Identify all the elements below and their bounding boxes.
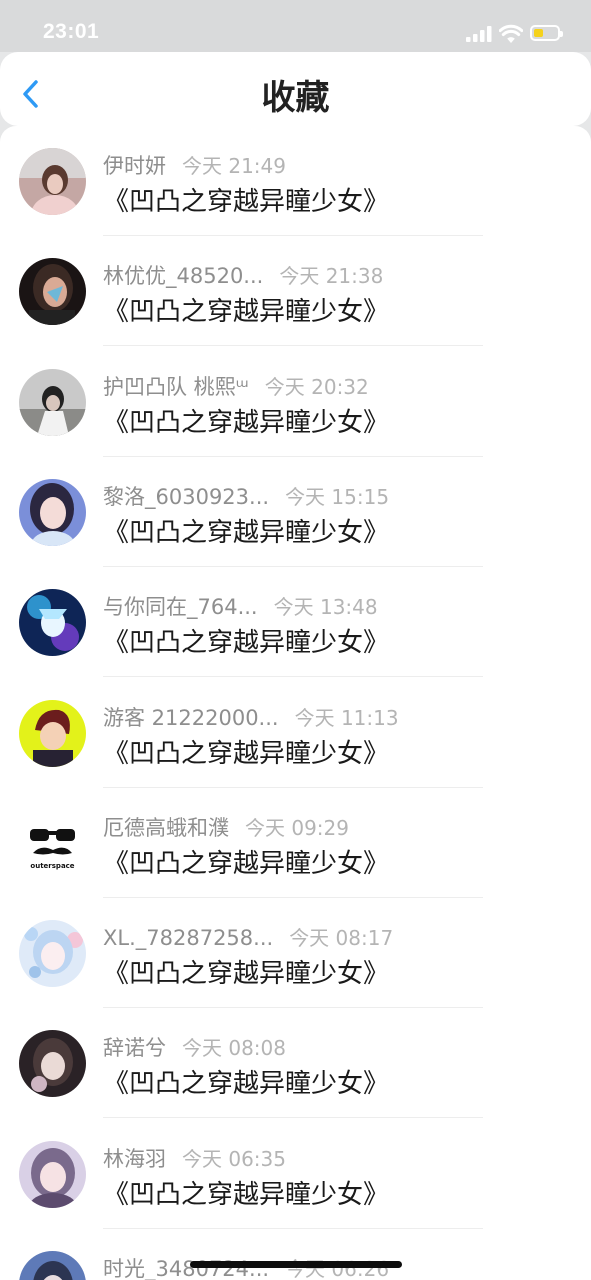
item-meta: 林优优_48520... 今天 21:38 (103, 260, 383, 290)
list-item[interactable]: 黎洛_6030923... 今天 15:15 《凹凸之穿越异瞳少女》 (0, 457, 591, 567)
list-item[interactable]: 伊时妍 今天 21:49 《凹凸之穿越异瞳少女》 (0, 126, 591, 236)
item-meta: 黎洛_6030923... 今天 15:15 (103, 481, 389, 511)
timestamp: 今天 09:29 (245, 815, 349, 840)
author-name[interactable]: 黎洛_6030923... (103, 485, 269, 509)
book-title[interactable]: 《凹凸之穿越异瞳少女》 (103, 181, 389, 218)
book-title[interactable]: 《凹凸之穿越异瞳少女》 (103, 291, 389, 328)
book-title[interactable]: 《凹凸之穿越异瞳少女》 (103, 953, 389, 990)
cellular-signal-icon (466, 26, 492, 42)
author-name[interactable]: 林海羽 (103, 1147, 166, 1171)
status-time: 23:01 (43, 20, 100, 43)
list-item[interactable]: outerspace 厄德高蛾和濮 今天 09:29 《凹凸之穿越异瞳少女》 (0, 788, 591, 898)
author-name[interactable]: 厄德高蛾和濮 (103, 816, 229, 840)
item-meta: 林海羽 今天 06:35 (103, 1143, 286, 1173)
item-meta: 游客 21222000... 今天 11:13 (103, 702, 399, 732)
item-meta: 厄德高蛾和濮 今天 09:29 (103, 812, 349, 842)
book-title[interactable]: 《凹凸之穿越异瞳少女》 (103, 512, 389, 549)
book-title[interactable]: 《凹凸之穿越异瞳少女》 (103, 733, 389, 770)
list-item[interactable]: 与你同在_764... 今天 13:48 《凹凸之穿越异瞳少女》 (0, 567, 591, 678)
book-title[interactable]: 《凹凸之穿越异瞳少女》 (103, 402, 389, 439)
item-meta: 护凹凸队 桃熙ᵚ 今天 20:32 (103, 371, 369, 401)
battery-level (534, 29, 543, 37)
list-item[interactable]: 游客 21222000... 今天 11:13 《凹凸之穿越异瞳少女》 (0, 678, 591, 788)
svg-text:outerspace: outerspace (30, 862, 74, 870)
book-title[interactable]: 《凹凸之穿越异瞳少女》 (103, 1063, 389, 1100)
battery-icon (530, 25, 563, 41)
avatar[interactable] (19, 1251, 86, 1280)
author-name[interactable]: 护凹凸队 桃熙ᵚ (103, 375, 249, 399)
favorites-list: 伊时妍 今天 21:49 《凹凸之穿越异瞳少女》 林优优_48520... 今天 21:… (0, 126, 591, 1280)
timestamp: 今天 20:32 (264, 374, 369, 399)
avatar[interactable] (19, 1140, 86, 1208)
author-name[interactable]: 林优优_48520... (103, 264, 263, 288)
timestamp: 今天 06:35 (182, 1146, 286, 1171)
list-item[interactable]: 辞诺兮 今天 08:08 《凹凸之穿越异瞳少女》 (0, 1008, 591, 1119)
home-indicator[interactable] (190, 1261, 402, 1268)
timestamp: 今天 13:48 (273, 595, 378, 620)
timestamp: 今天 21:38 (279, 264, 384, 289)
book-title[interactable]: 《凹凸之穿越异瞳少女》 (103, 1174, 389, 1211)
author-name[interactable]: 与你同在_764... (103, 595, 258, 619)
author-name[interactable]: 辞诺兮 (103, 1036, 166, 1060)
timestamp: 今天 08:08 (182, 1036, 286, 1061)
author-name[interactable]: XL._78287258... (103, 926, 273, 950)
list-item[interactable]: XL._78287258... 今天 08:17 《凹凸之穿越异瞳少女》 (0, 898, 591, 1009)
status-bar: 23:01 (0, 0, 591, 52)
book-title[interactable]: 《凹凸之穿越异瞳少女》 (103, 843, 389, 880)
list-item[interactable]: 护凹凸队 桃熙ᵚ 今天 20:32 《凹凸之穿越异瞳少女》 (0, 347, 591, 457)
navigation-bar: 收藏 (0, 52, 591, 126)
item-meta: 与你同在_764... 今天 13:48 (103, 591, 378, 621)
item-meta: 伊时妍 今天 21:49 (103, 150, 286, 180)
list-item[interactable]: 林优优_48520... 今天 21:38 《凹凸之穿越异瞳少女》 (0, 236, 591, 347)
page-title: 收藏 (261, 78, 330, 118)
avatar[interactable]: outerspace (19, 809, 86, 877)
avatar[interactable] (19, 258, 86, 326)
avatar[interactable] (19, 1030, 86, 1098)
avatar[interactable] (19, 920, 86, 988)
list-item[interactable]: 林海羽 今天 06:35 《凹凸之穿越异瞳少女》 (0, 1119, 591, 1229)
timestamp: 今天 11:13 (294, 705, 399, 730)
author-name[interactable]: 游客 21222000... (103, 706, 279, 730)
avatar[interactable] (19, 589, 86, 657)
timestamp: 今天 21:49 (182, 154, 286, 178)
list-item[interactable]: 时光_3480724... 今天 06:26 (0, 1229, 591, 1280)
author-name[interactable]: 伊时妍 (103, 154, 166, 178)
avatar[interactable] (19, 478, 86, 546)
avatar[interactable] (19, 368, 86, 436)
avatar[interactable] (19, 148, 86, 215)
avatar[interactable] (19, 699, 86, 767)
timestamp: 今天 08:17 (289, 926, 394, 951)
wifi-icon (499, 24, 523, 43)
item-meta: XL._78287258... 今天 08:17 (103, 922, 393, 951)
item-meta: 辞诺兮 今天 08:08 (103, 1032, 286, 1062)
book-title[interactable]: 《凹凸之穿越异瞳少女》 (103, 622, 389, 659)
timestamp: 今天 15:15 (285, 484, 390, 509)
